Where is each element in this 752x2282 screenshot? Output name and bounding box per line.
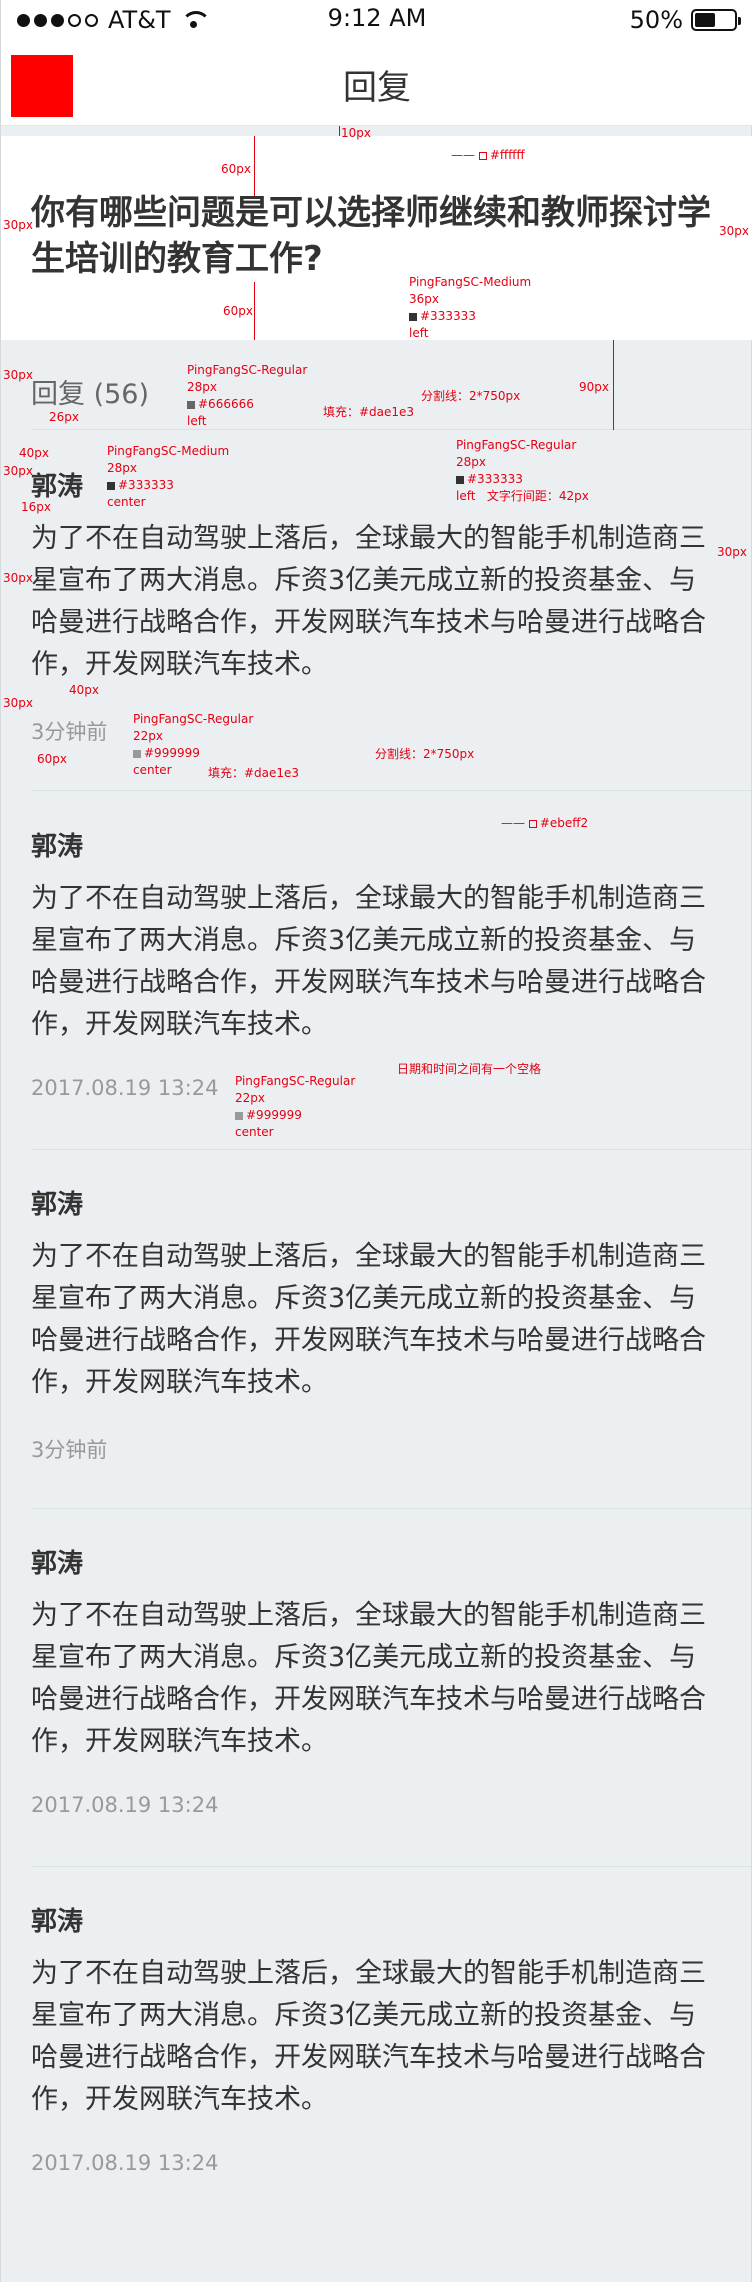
- annotation-text: PingFangSC-Medium: [107, 444, 230, 458]
- reply-time: 2017.08.19 13:24: [31, 2151, 219, 2175]
- annotation-fill: —— #ffffff: [451, 148, 525, 162]
- annotation-gap: 40px: [69, 683, 99, 697]
- reply-author: 郭涛: [31, 832, 84, 862]
- divider: [31, 429, 751, 430]
- annotation-side: 30px: [717, 545, 747, 559]
- reply-author: 郭涛: [31, 1907, 84, 1937]
- annotation-text: PingFangSC-Medium: [409, 275, 532, 289]
- reply-content: 为了不在自动驾驶上落后，全球最大的智能手机制造商三星宣布了两大消息。斥资3亿美元…: [31, 883, 706, 1040]
- divider: [31, 1149, 751, 1150]
- reply-time: 2017.08.19 13:24: [31, 1793, 219, 1817]
- reply-content: 为了不在自动驾驶上落后，全球最大的智能手机制造商三星宣布了两大消息。斥资3亿美元…: [31, 1241, 706, 1398]
- annotation-text: 28px: [187, 380, 217, 394]
- battery-percent: 50%: [629, 6, 683, 34]
- annotation-line: [339, 126, 340, 136]
- annotation-padding: 60px: [221, 162, 251, 176]
- annotation-line: [613, 340, 614, 430]
- nav-bar: 回复: [1, 40, 752, 126]
- annotation-text: #999999: [144, 746, 200, 760]
- reply-time: 3分钟前: [31, 1438, 108, 1462]
- reply-author: 郭涛: [31, 1549, 84, 1579]
- annotation-text: 22px: [235, 1091, 265, 1105]
- annotation-side: 30px: [3, 368, 33, 382]
- annotation-height: 90px: [579, 380, 609, 394]
- battery-icon: [691, 9, 741, 31]
- question-text: 你有哪些问题是可以选择师继续和教师探讨学生培训的教育工作?: [31, 193, 711, 279]
- reply-author: 郭涛: [31, 1190, 84, 1220]
- annotation-text: #ffffff: [489, 148, 525, 162]
- reply-item[interactable]: 郭涛 为了不在自动驾驶上落后，全球最大的智能手机制造商三星宣布了两大消息。斥资3…: [31, 1547, 723, 1817]
- annotation-name-style: PingFangSC-Medium 28px #333333 center: [107, 443, 229, 511]
- annotation-line: [254, 136, 255, 196]
- divider: [31, 1508, 751, 1509]
- reply-content: 为了不在自动驾驶上落后，全球最大的智能手机制造商三星宣布了两大消息。斥资3亿美元…: [31, 1958, 706, 2115]
- phone-frame: AT&T 9:12 AM 50% 回复 你有哪些问题是可以选择师继续和教师探讨学…: [0, 0, 752, 2282]
- annotation-body-style: PingFangSC-Regular 28px #333333 left 文字行…: [456, 437, 589, 505]
- annotation-side: 30px: [719, 224, 749, 238]
- divider: [31, 790, 751, 791]
- annotation-side: 30px: [3, 218, 33, 232]
- reply-item[interactable]: 郭涛 为了不在自动驾驶上落后，全球最大的智能手机制造商三星宣布了两大消息。斥资3…: [31, 470, 723, 746]
- annotation-text: 28px: [107, 461, 137, 475]
- annotation-reply-head-style: PingFangSC-Regular 28px #666666 left: [187, 362, 307, 430]
- annotation-side: 30px: [3, 696, 33, 710]
- annotation-text: PingFangSC-Regular: [235, 1074, 356, 1088]
- annotation-text: left: [409, 326, 429, 340]
- page-title: 回复: [343, 68, 411, 108]
- annotation-time2-style: PingFangSC-Regular 22px #999999 center: [235, 1073, 355, 1141]
- annotation-padding: 60px: [37, 752, 67, 766]
- annotation-text: PingFangSC-Regular: [456, 438, 577, 452]
- reply-content: 为了不在自动驾驶上落后，全球最大的智能手机制造商三星宣布了两大消息。斥资3亿美元…: [31, 523, 706, 680]
- annotation-text: #333333: [420, 309, 476, 323]
- annotation-gap: 26px: [49, 410, 79, 424]
- question-card: 你有哪些问题是可以选择师继续和教师探讨学生培训的教育工作?: [1, 136, 752, 340]
- reply-time: 2017.08.19 13:24: [31, 1076, 219, 1100]
- annotation-question-style: PingFangSC-Medium 36px #333333 left: [409, 274, 531, 342]
- annotation-text: left: [456, 489, 476, 503]
- reply-item[interactable]: 郭涛 为了不在自动驾驶上落后，全球最大的智能手机制造商三星宣布了两大消息。斥资3…: [31, 1905, 723, 2175]
- annotation-text: #ebeff2: [539, 816, 589, 830]
- reply-content: 为了不在自动驾驶上落后，全球最大的智能手机制造商三星宣布了两大消息。斥资3亿美元…: [31, 1600, 706, 1757]
- annotation-divider: 分割线：2*750px: [421, 389, 521, 403]
- annotation-fill: 填充：#dae1e3: [208, 766, 300, 780]
- annotation-text: 28px: [456, 455, 486, 469]
- annotation-fill: 填充：#dae1e3: [323, 405, 415, 419]
- annotation-padding: 60px: [223, 304, 253, 318]
- annotation-text: 22px: [133, 729, 163, 743]
- annotation-text: PingFangSC-Regular: [187, 363, 308, 377]
- annotation-gap: 10px: [341, 126, 371, 140]
- reply-item[interactable]: 郭涛 为了不在自动驾驶上落后，全球最大的智能手机制造商三星宣布了两大消息。斥资3…: [31, 830, 723, 1100]
- annotation-fill: —— #ebeff2: [501, 816, 589, 830]
- annotation-text: #666666: [198, 397, 254, 411]
- annotation-text: PingFangSC-Regular: [133, 712, 254, 726]
- annotation-gap: 40px: [19, 446, 49, 460]
- reply-item[interactable]: 郭涛 为了不在自动驾驶上落后，全球最大的智能手机制造商三星宣布了两大消息。斥资3…: [31, 1188, 723, 1464]
- annotation-text: center: [107, 495, 146, 509]
- annotation-text: center: [235, 1125, 274, 1139]
- reply-count-label: 回复 (56): [31, 379, 150, 410]
- annotation-text: #333333: [467, 472, 523, 486]
- annotation-side: 30px: [3, 571, 33, 585]
- annotation-divider: 分割线：2*750px: [375, 747, 475, 761]
- annotation-text: 36px: [409, 292, 439, 306]
- annotation-text: 文字行间距：42px: [486, 489, 589, 503]
- divider: [31, 1866, 751, 1867]
- status-bar: AT&T 9:12 AM 50%: [1, 0, 752, 40]
- annotation-text: #333333: [118, 478, 174, 492]
- annotation-text: left: [187, 414, 207, 428]
- annotation-side: 30px: [3, 464, 33, 478]
- annotation-date-note: 日期和时间之间有一个空格: [397, 1062, 542, 1076]
- annotation-text: #999999: [246, 1108, 302, 1122]
- annotation-line: [254, 282, 255, 340]
- status-right: 50%: [629, 6, 741, 34]
- annotation-gap: 16px: [21, 500, 51, 514]
